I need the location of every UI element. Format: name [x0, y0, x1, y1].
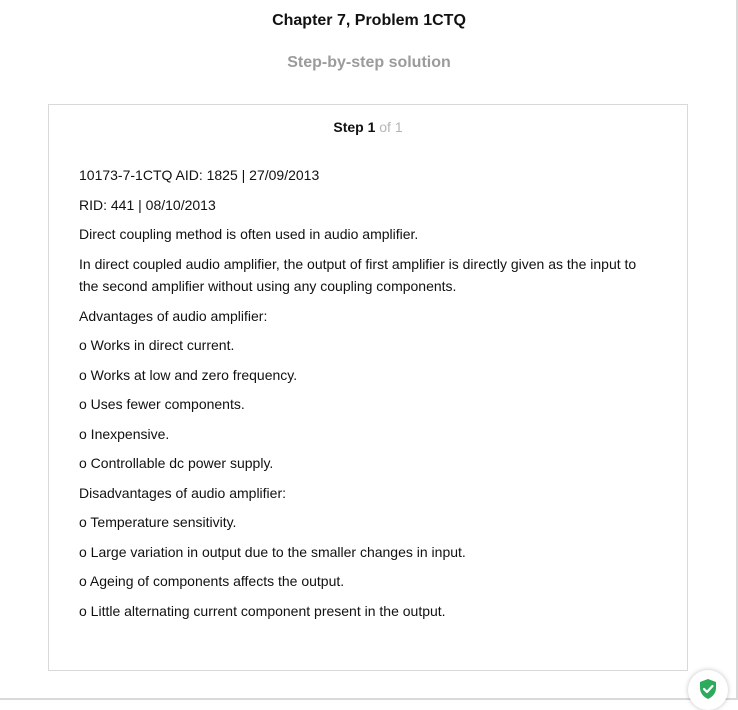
- page-title: Chapter 7, Problem 1CTQ: [272, 12, 466, 29]
- solution-line: 10173-7-1CTQ AID: 1825 | 27/09/2013: [79, 167, 320, 183]
- solution-line: o Large variation in output due to the s…: [79, 543, 466, 560]
- solution-line: o Inexpensive.: [79, 425, 170, 442]
- step-header: Step 1 of 1: [49, 119, 687, 135]
- solution-line: o Works in direct current.: [79, 337, 235, 353]
- solution-line: o Uses fewer components.: [79, 396, 245, 412]
- solution-line: RID: 441 | 08/10/2013: [79, 196, 216, 213]
- solution-line: o Temperature sensitivity.: [79, 514, 237, 530]
- solution-line: o Little alternating current component p…: [79, 602, 446, 619]
- solution-line: In direct coupled audio amplifier, the o…: [79, 255, 637, 295]
- solution-line: o Controllable dc power supply.: [79, 455, 274, 471]
- solution-line: Direct coupling method is often used in …: [79, 226, 419, 242]
- solution-line: Advantages of audio amplifier:: [79, 307, 268, 324]
- step-label: Step 1: [333, 119, 376, 135]
- step-count: of 1: [379, 119, 403, 135]
- solution-line: o Ageing of components affects the outpu…: [79, 573, 345, 589]
- solution-content: 10173-7-1CTQ AID: 1825 | 27/09/2013 RID:…: [79, 164, 659, 629]
- page-subtitle: Step-by-step solution: [287, 54, 451, 71]
- solution-card: Step 1 of 1 10173-7-1CTQ AID: 1825 | 27/…: [48, 104, 688, 671]
- security-badge-button[interactable]: [688, 670, 728, 710]
- solution-line: o Works at low and zero frequency.: [79, 366, 298, 383]
- solution-line: Disadvantages of audio amplifier:: [79, 484, 287, 501]
- shield-check-icon: [700, 679, 716, 699]
